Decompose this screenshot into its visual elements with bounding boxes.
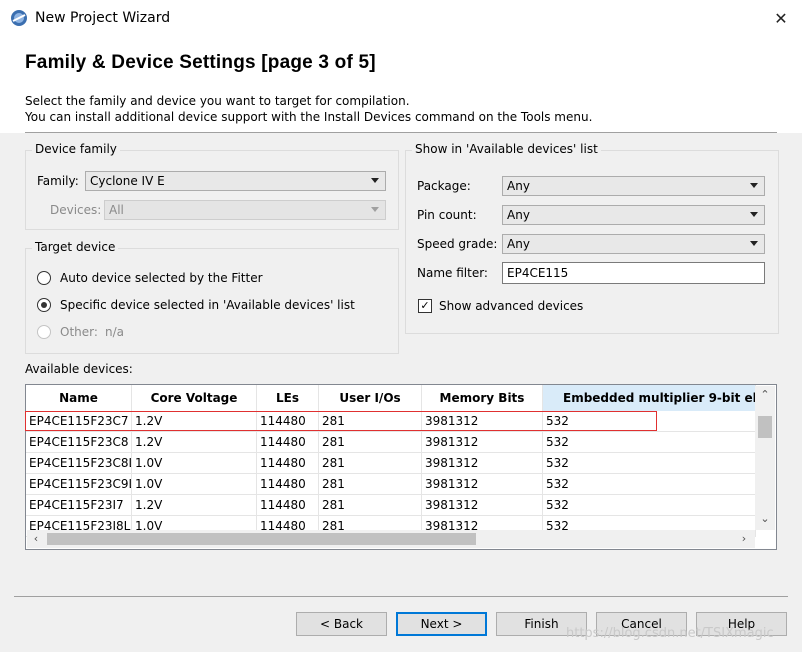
family-dropdown[interactable]: Cyclone IV E [85, 171, 386, 191]
scroll-up-icon[interactable]: ⌃ [756, 386, 774, 404]
title-bar: New Project Wizard ✕ [0, 0, 802, 38]
cell-memory-bits: 3981312 [422, 474, 543, 495]
cell-core-voltage: 1.0V [132, 474, 257, 495]
cell-les: 114480 [257, 495, 319, 516]
speed-grade-label: Speed grade: [417, 237, 498, 251]
cell-memory-bits: 3981312 [422, 453, 543, 474]
scroll-right-icon[interactable]: › [735, 530, 753, 548]
scroll-left-icon[interactable]: ‹ [27, 530, 45, 548]
close-icon[interactable]: ✕ [768, 6, 794, 32]
chevron-down-icon [750, 241, 758, 246]
available-devices-table[interactable]: Name Core Voltage LEs User I/Os Memory B… [25, 384, 777, 550]
cell-user-ios: 281 [319, 432, 422, 453]
column-header-les[interactable]: LEs [257, 385, 319, 411]
chevron-down-icon [750, 183, 758, 188]
column-header-memory-bits[interactable]: Memory Bits [422, 385, 543, 411]
cell-embedded-multiplier: 532 [543, 495, 756, 516]
table-row[interactable]: EP4CE115F23C9L 1.0V 114480 281 3981312 532 [26, 474, 756, 495]
vertical-scroll-thumb[interactable] [758, 416, 772, 438]
back-button[interactable]: < Back [296, 612, 387, 636]
footer-separator [14, 596, 788, 597]
specific-device-radio[interactable] [37, 298, 51, 312]
next-button[interactable]: Next > [396, 612, 487, 636]
scroll-down-icon[interactable]: ⌄ [756, 510, 774, 528]
column-header-user-ios[interactable]: User I/Os [319, 385, 422, 411]
cell-embedded-multiplier: 532 [543, 474, 756, 495]
cell-name: EP4CE115F23C8 [26, 432, 132, 453]
available-devices-label: Available devices: [25, 362, 133, 376]
cell-user-ios: 281 [319, 453, 422, 474]
devices-label: Devices: [50, 203, 102, 217]
wizard-header: Family & Device Settings [page 3 of 5] S… [0, 38, 802, 133]
specific-device-label[interactable]: Specific device selected in 'Available d… [60, 298, 355, 312]
page-title: Family & Device Settings [page 3 of 5] [25, 52, 376, 73]
window-title: New Project Wizard [35, 10, 171, 26]
table-row[interactable]: EP4CE115F23C8 1.2V 114480 281 3981312 532 [26, 432, 756, 453]
speed-grade-dropdown[interactable]: Any [502, 234, 765, 254]
cell-user-ios: 281 [319, 474, 422, 495]
chevron-down-icon [371, 178, 379, 183]
name-filter-input[interactable]: EP4CE115 [502, 262, 765, 284]
show-advanced-checkbox[interactable]: ✓ [418, 299, 432, 313]
cell-memory-bits: 3981312 [422, 432, 543, 453]
family-label: Family: [37, 174, 79, 188]
package-label: Package: [417, 179, 471, 193]
other-device-radio [37, 325, 51, 339]
column-header-name[interactable]: Name [26, 385, 132, 411]
description-line-2: You can install additional device suppor… [25, 110, 593, 124]
cell-les: 114480 [257, 474, 319, 495]
name-filter-label: Name filter: [417, 266, 488, 280]
cell-core-voltage: 1.2V [132, 432, 257, 453]
cell-les: 114480 [257, 453, 319, 474]
auto-device-label[interactable]: Auto device selected by the Fitter [60, 271, 263, 285]
horizontal-scrollbar[interactable]: ‹ › [27, 530, 755, 548]
selected-row-outline [25, 411, 657, 431]
cell-les: 114480 [257, 432, 319, 453]
header-separator [25, 132, 777, 133]
package-dropdown-value: Any [507, 179, 530, 193]
quartus-app-icon [11, 10, 27, 26]
watermark-text: https://blog.csdn.net/TSIXmagic [566, 626, 774, 641]
show-advanced-label[interactable]: Show advanced devices [439, 299, 583, 313]
chevron-down-icon [371, 207, 379, 212]
auto-device-radio[interactable] [37, 271, 51, 285]
cell-core-voltage: 1.2V [132, 495, 257, 516]
table-row[interactable]: EP4CE115F23C8L 1.0V 114480 281 3981312 532 [26, 453, 756, 474]
cell-embedded-multiplier: 532 [543, 453, 756, 474]
device-family-group-label: Device family [32, 142, 120, 156]
speed-grade-dropdown-value: Any [507, 237, 530, 251]
package-dropdown[interactable]: Any [502, 176, 765, 196]
horizontal-scroll-thumb[interactable] [47, 533, 476, 545]
vertical-scrollbar[interactable]: ⌃ ⌄ [755, 386, 775, 530]
cell-memory-bits: 3981312 [422, 495, 543, 516]
pin-count-dropdown[interactable]: Any [502, 205, 765, 225]
column-header-core-voltage[interactable]: Core Voltage [132, 385, 257, 411]
other-device-label: Other: [60, 325, 98, 339]
cell-name: EP4CE115F23C9L [26, 474, 132, 495]
cell-user-ios: 281 [319, 495, 422, 516]
devices-dropdown: All [104, 200, 386, 220]
pin-count-dropdown-value: Any [507, 208, 530, 222]
cell-name: EP4CE115F23C8L [26, 453, 132, 474]
target-device-group-label: Target device [32, 240, 119, 254]
cell-name: EP4CE115F23I7 [26, 495, 132, 516]
other-device-value: n/a [105, 325, 125, 339]
description-line-1: Select the family and device you want to… [25, 94, 410, 108]
cell-core-voltage: 1.0V [132, 453, 257, 474]
pin-count-label: Pin count: [417, 208, 477, 222]
show-in-group-label: Show in 'Available devices' list [412, 142, 601, 156]
cell-embedded-multiplier: 532 [543, 432, 756, 453]
devices-dropdown-value: All [109, 203, 124, 217]
chevron-down-icon [750, 212, 758, 217]
column-header-embedded-multiplier[interactable]: Embedded multiplier 9-bit elem [543, 385, 756, 411]
family-dropdown-value: Cyclone IV E [90, 174, 165, 188]
table-row[interactable]: EP4CE115F23I7 1.2V 114480 281 3981312 532 [26, 495, 756, 516]
